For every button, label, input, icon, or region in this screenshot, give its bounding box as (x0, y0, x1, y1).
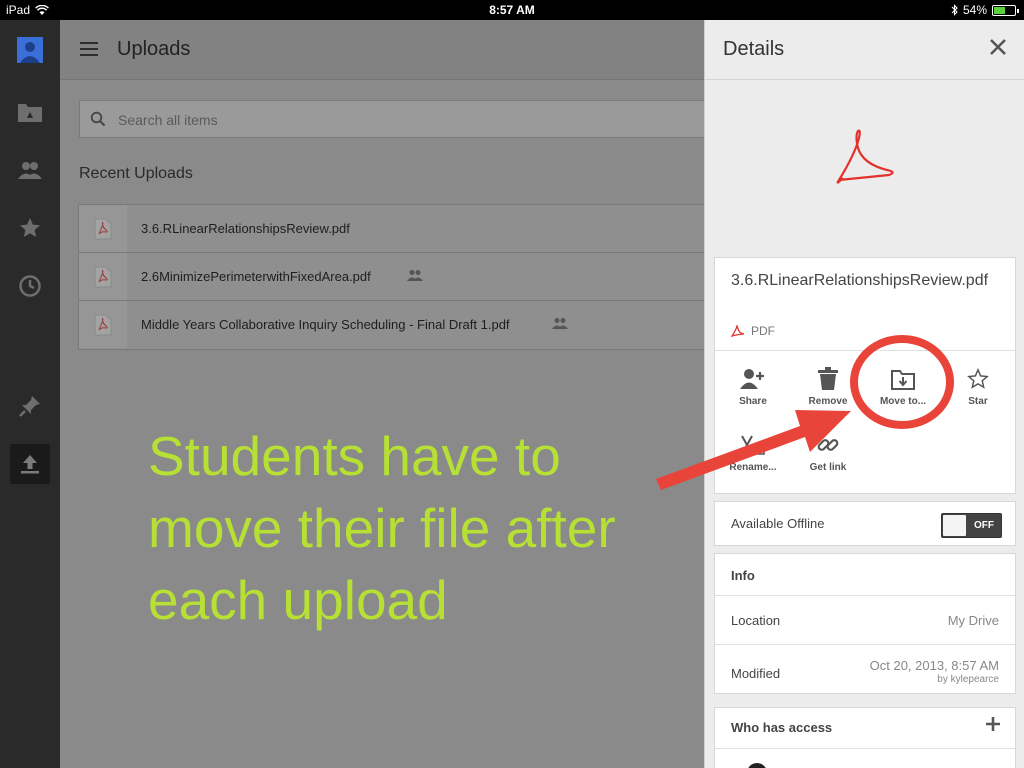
pin-icon (19, 396, 40, 417)
access-header: Who has access (731, 720, 833, 735)
location-label: Location (731, 613, 781, 628)
battery-icon (992, 4, 1019, 16)
avatar (747, 763, 767, 768)
location-row: Location My Drive (715, 596, 1015, 645)
clock-icon (19, 275, 41, 297)
move-folder-icon (891, 370, 915, 390)
file-type: PDF (731, 324, 775, 338)
shared-people-icon (552, 318, 568, 329)
rail-recent[interactable] (10, 266, 50, 306)
modified-label: Modified (731, 666, 781, 681)
page-title: Uploads (117, 38, 191, 60)
pdf-preview-icon (836, 129, 894, 184)
star-label: Star (968, 396, 988, 407)
info-card: Info Location My Drive Modified Oct 20, … (714, 553, 1016, 694)
rail-starred[interactable] (10, 208, 50, 248)
pdf-icon (79, 301, 127, 348)
share-button[interactable]: Share (715, 366, 791, 407)
pdf-icon (79, 205, 127, 252)
details-header: Details (705, 20, 1024, 80)
user-avatar-icon (17, 37, 43, 63)
file-row[interactable]: 3.6.RLinearRelationshipsReview.pdf (79, 205, 704, 253)
search-input[interactable] (118, 109, 678, 131)
offline-card: Available Offline OFF (714, 501, 1016, 546)
rename-button[interactable]: Rename... (715, 432, 791, 473)
modified-row: Modified Oct 20, 2013, 8:57 AM by kylepe… (715, 646, 1015, 694)
add-person-icon (740, 369, 764, 389)
rail-offline[interactable] (10, 386, 50, 426)
people-icon (18, 162, 42, 179)
close-icon[interactable] (989, 38, 1007, 56)
clock: 8:57 AM (489, 3, 535, 17)
file-name: 2.6MinimizePerimeterwithFixedArea.pdf (141, 269, 371, 284)
move-to-label: Move to... (879, 396, 927, 407)
file-name: Middle Years Collaborative Inquiry Sched… (141, 317, 510, 332)
file-row[interactable]: 2.6MinimizePerimeterwithFixedArea.pdf (79, 253, 704, 301)
recent-uploads-list: 3.6.RLinearRelationshipsReview.pdf 2.6Mi… (78, 204, 704, 350)
rail-shared[interactable] (10, 150, 50, 190)
status-bar: iPad 8:57 AM 54% (0, 0, 1024, 20)
drive-folder-icon (18, 104, 42, 122)
file-type-label: PDF (751, 324, 775, 338)
location-value: My Drive (947, 613, 999, 628)
star-outline-icon (967, 368, 989, 389)
uploads-pane: Uploads Recent Uploads 3.6.RLinearRelati… (60, 20, 704, 768)
trash-icon (818, 367, 838, 390)
remove-button[interactable]: Remove (790, 366, 866, 407)
section-title: Recent Uploads (79, 165, 193, 182)
search-icon (90, 111, 106, 127)
file-row[interactable]: Middle Years Collaborative Inquiry Sched… (79, 301, 704, 349)
offline-toggle[interactable]: OFF (941, 513, 1002, 538)
info-header: Info (731, 568, 755, 583)
toggle-state: OFF (974, 520, 994, 531)
remove-label: Remove (808, 396, 848, 407)
star-button[interactable]: Star (940, 366, 1016, 407)
annotation-text: Students have to move their file after e… (148, 425, 616, 631)
search-box (79, 100, 704, 138)
modified-value: Oct 20, 2013, 8:57 AM (869, 658, 999, 673)
pdf-icon (731, 325, 745, 337)
pdf-icon (79, 253, 127, 300)
details-title: Details (723, 38, 785, 60)
rename-label: Rename... (729, 462, 777, 473)
link-icon (817, 439, 839, 451)
plus-icon[interactable] (985, 716, 1001, 732)
offline-label: Available Offline (731, 516, 825, 531)
share-label: Share (739, 396, 767, 407)
get-link-button[interactable]: Get link (790, 432, 866, 473)
file-card: 3.6.RLinearRelationshipsReview.pdf PDF S… (714, 257, 1016, 494)
move-to-button[interactable]: Move to... (865, 366, 941, 407)
rename-icon (741, 435, 765, 455)
account-avatar[interactable] (10, 30, 50, 70)
bluetooth-icon (951, 4, 958, 16)
rail-my-drive[interactable] (10, 92, 50, 132)
menu-icon[interactable] (80, 42, 98, 56)
get-link-label: Get link (809, 462, 847, 473)
shared-people-icon (407, 270, 423, 281)
rail-uploads[interactable] (10, 444, 50, 484)
upload-icon (21, 455, 39, 474)
modified-by: by kylepearce (937, 674, 999, 685)
details-panel: Details 3.6.RLinearRelationshipsReview.p… (704, 20, 1024, 768)
uploads-toolbar: Uploads (60, 20, 704, 80)
star-icon (20, 218, 40, 237)
navigation-rail (0, 20, 60, 768)
access-card: Who has access (714, 707, 1016, 768)
details-file-name: 3.6.RLinearRelationshipsReview.pdf (731, 272, 989, 289)
file-name: 3.6.RLinearRelationshipsReview.pdf (141, 221, 350, 236)
battery-percent: 54% (962, 3, 987, 17)
